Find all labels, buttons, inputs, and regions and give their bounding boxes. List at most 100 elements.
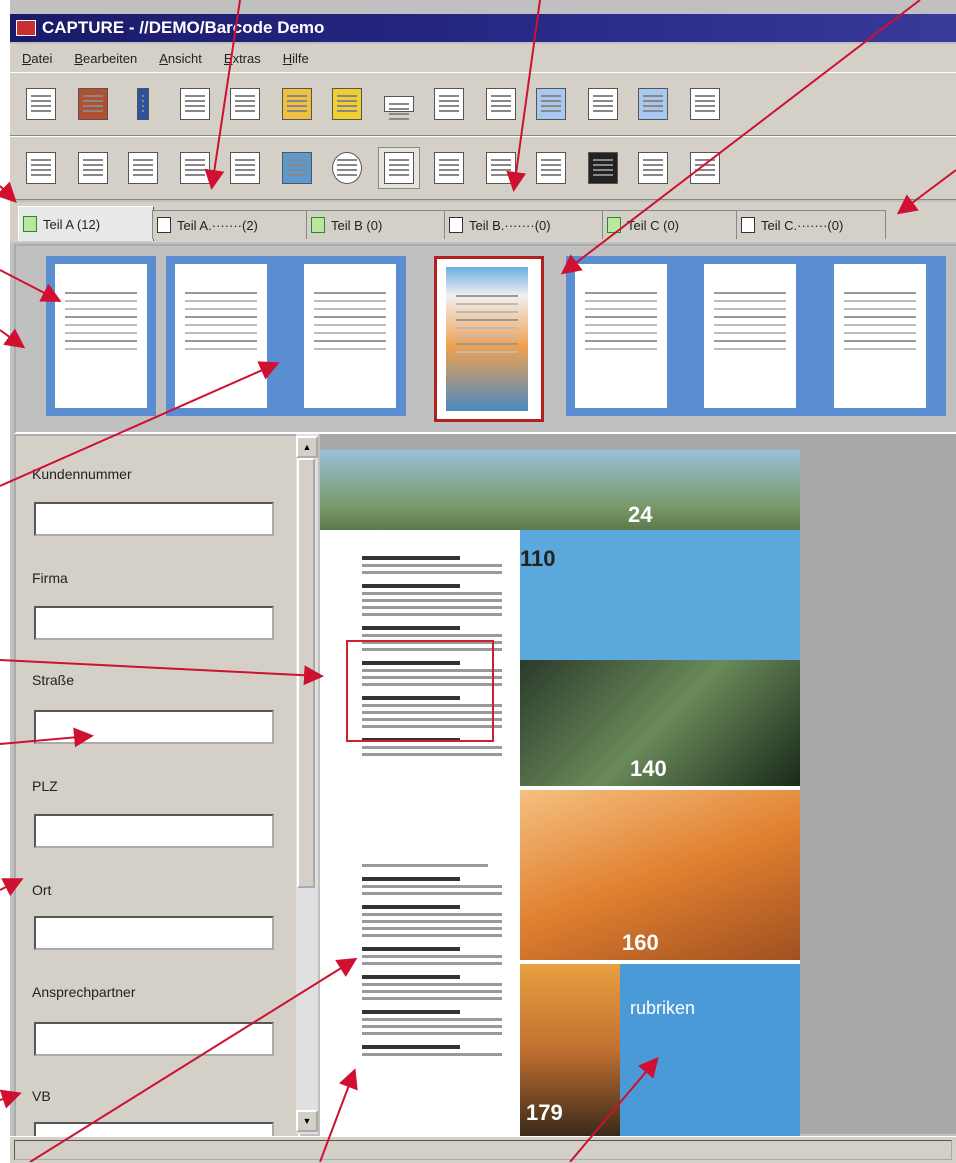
tab-label: Teil C (0)	[627, 217, 680, 233]
document-viewer[interactable]: 24 110 140 160 179 rubriken	[320, 434, 956, 1136]
tab-teil-a-sub[interactable]: Teil A.·······(2)	[152, 210, 308, 239]
document-icon	[607, 217, 621, 233]
tab-teil-a[interactable]: Teil A (12)	[18, 206, 154, 241]
scanner-button[interactable]	[378, 83, 420, 125]
menu-ansicht[interactable]: Ansicht	[159, 51, 202, 66]
no-selection-button[interactable]	[326, 147, 368, 189]
swap-page-button[interactable]	[582, 83, 624, 125]
page-number: 110	[520, 546, 556, 571]
rotate-right-button[interactable]	[480, 147, 522, 189]
last-page-icon	[690, 88, 720, 120]
accept-page-button[interactable]	[224, 83, 266, 125]
menu-extras[interactable]: Extras	[224, 51, 261, 66]
menu-bearbeiten[interactable]: Bearbeiten	[74, 51, 137, 66]
info-button[interactable]	[122, 83, 164, 125]
fit-width-button[interactable]	[122, 147, 164, 189]
tab-teil-c[interactable]: Teil C (0)	[602, 210, 738, 239]
tab-label: Teil B (0)	[331, 217, 383, 233]
scroll-up-button[interactable]: ▲	[296, 436, 318, 458]
field-label: Ansprechpartner	[32, 984, 136, 1000]
black-page-button[interactable]	[582, 147, 624, 189]
fit-width-icon	[128, 152, 158, 184]
scroll-down-button[interactable]: ▼	[296, 1110, 318, 1132]
page-preview	[834, 264, 926, 408]
field-label: Kundennummer	[32, 466, 132, 482]
zoom-out-icon	[78, 152, 108, 184]
rotate-left-button[interactable]	[530, 147, 572, 189]
ort-input[interactable]	[34, 916, 274, 950]
page-marker-button[interactable]	[632, 147, 674, 189]
zoom-out-button[interactable]	[72, 147, 114, 189]
fit-height-button[interactable]	[174, 147, 216, 189]
folder-button[interactable]	[276, 83, 318, 125]
firma-input[interactable]	[34, 606, 274, 640]
tab-label: Teil A (12)	[43, 216, 101, 232]
tab-teil-c-sub[interactable]: Teil C.·······(0)	[736, 210, 886, 239]
crop-button[interactable]	[224, 147, 266, 189]
swap-icon	[588, 88, 618, 120]
window-title: CAPTURE - //DEMO/Barcode Demo	[42, 18, 325, 37]
rotate-left-icon	[536, 152, 566, 184]
split-page-button[interactable]	[428, 147, 470, 189]
pointer-icon	[384, 152, 414, 184]
page-thumbnail[interactable]	[166, 256, 406, 416]
form-scrollbar[interactable]: ▲ ▼	[296, 434, 318, 1134]
toolbar-main	[10, 72, 956, 136]
insert-page-button[interactable]	[174, 83, 216, 125]
scanner-settings-icon	[434, 88, 464, 120]
page-number: 179	[526, 1100, 563, 1125]
field-label: VB	[32, 1088, 51, 1104]
status-bar	[10, 1136, 956, 1163]
search-page-button[interactable]	[684, 147, 726, 189]
document-icon	[449, 217, 463, 233]
page-thumbnail[interactable]	[46, 256, 156, 416]
page-thumbnail[interactable]	[566, 256, 946, 416]
rubriken-box: rubriken	[620, 964, 800, 1136]
edit-page-button[interactable]	[326, 83, 368, 125]
zoom-in-button[interactable]	[20, 147, 62, 189]
page-preview	[704, 264, 796, 408]
monitor-icon	[282, 152, 312, 184]
scanner-icon	[384, 96, 414, 112]
menu-hilfe[interactable]: Hilfe	[283, 51, 309, 66]
first-page-button[interactable]	[480, 83, 522, 125]
text-column	[362, 860, 502, 1060]
previous-page-button[interactable]	[530, 83, 572, 125]
arrow-left-icon	[536, 88, 566, 120]
field-label: PLZ	[32, 778, 58, 794]
scanner-settings-button[interactable]	[428, 83, 470, 125]
rubriken-heading: rubriken	[630, 998, 696, 1018]
new-document-icon	[26, 88, 56, 120]
first-page-icon	[486, 88, 516, 120]
pointer-tool-button[interactable]	[378, 147, 420, 189]
page-preview	[304, 264, 396, 408]
last-page-button[interactable]	[684, 83, 726, 125]
barcode-selection-box[interactable]	[346, 640, 494, 742]
next-page-button[interactable]	[632, 83, 674, 125]
document-icon	[311, 217, 325, 233]
status-panel	[14, 1140, 952, 1160]
insert-page-icon	[180, 88, 210, 120]
page-thumbnail-strip	[14, 244, 956, 434]
menu-datei[interactable]: Datei	[22, 51, 52, 66]
field-label: Straße	[32, 672, 75, 688]
new-document-button[interactable]	[20, 83, 62, 125]
tab-teil-b[interactable]: Teil B (0)	[306, 210, 446, 239]
full-screen-button[interactable]	[276, 147, 318, 189]
check-icon	[230, 88, 260, 120]
page-thumbnail-selected[interactable]	[434, 256, 544, 422]
zoom-in-icon	[26, 152, 56, 184]
scan-button[interactable]	[72, 83, 114, 125]
kundennummer-input[interactable]	[34, 502, 274, 536]
field-label: Ort	[32, 882, 52, 898]
panorama-image	[320, 450, 800, 530]
tab-label: Teil C.·······(0)	[761, 217, 844, 233]
tab-teil-b-sub[interactable]: Teil B.·······(0)	[444, 210, 604, 239]
strasse-input[interactable]	[34, 710, 274, 744]
page-number: 24	[628, 502, 653, 527]
tab-label: Teil A.·······(2)	[177, 217, 258, 233]
plz-input[interactable]	[34, 814, 274, 848]
ansprechpartner-input[interactable]	[34, 1022, 274, 1056]
scroll-thumb[interactable]	[297, 458, 315, 888]
title-bar: CAPTURE - //DEMO/Barcode Demo	[10, 14, 956, 42]
